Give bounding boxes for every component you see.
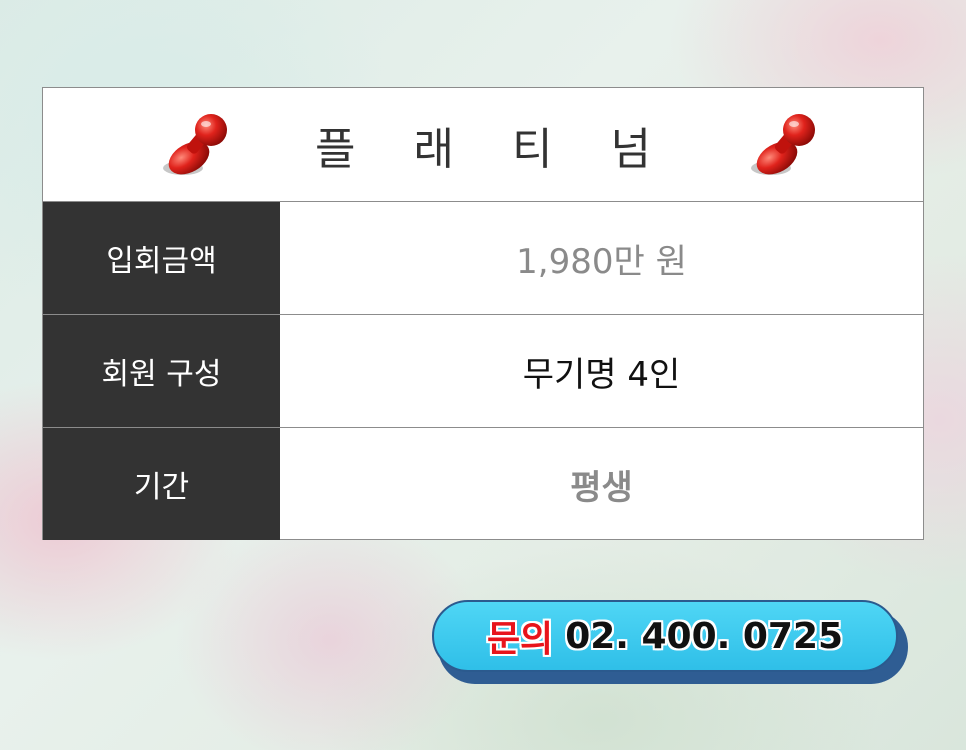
row-value: 1,980만 원 bbox=[516, 241, 687, 282]
row-value: 무기명 4인 bbox=[522, 354, 681, 395]
push-pin-icon bbox=[751, 114, 815, 175]
title-row: 플 래 티 넘 bbox=[43, 88, 923, 202]
contact-phone-number: 02. 400. 0725 bbox=[565, 615, 844, 657]
row-label: 입회금액 bbox=[43, 202, 280, 314]
table-row: 입회금액 1,980만 원 bbox=[43, 202, 923, 315]
row-label: 기간 bbox=[43, 428, 280, 540]
table-row: 회원 구성 무기명 4인 bbox=[43, 315, 923, 428]
contact-button[interactable]: 문의 02. 400. 0725 bbox=[432, 600, 908, 684]
page-title: 플 래 티 넘 bbox=[315, 123, 673, 175]
push-pin-icon bbox=[163, 114, 227, 175]
membership-table: 플 래 티 넘 입회금액 1,980만 원 회원 구성 무기명 4인 기간 평생 bbox=[42, 87, 924, 540]
row-label: 회원 구성 bbox=[43, 315, 280, 427]
row-value: 평생 bbox=[570, 467, 633, 508]
contact-pill[interactable]: 문의 02. 400. 0725 bbox=[432, 600, 898, 672]
table-row: 기간 평생 bbox=[43, 428, 923, 540]
contact-label: 문의 bbox=[486, 619, 554, 660]
